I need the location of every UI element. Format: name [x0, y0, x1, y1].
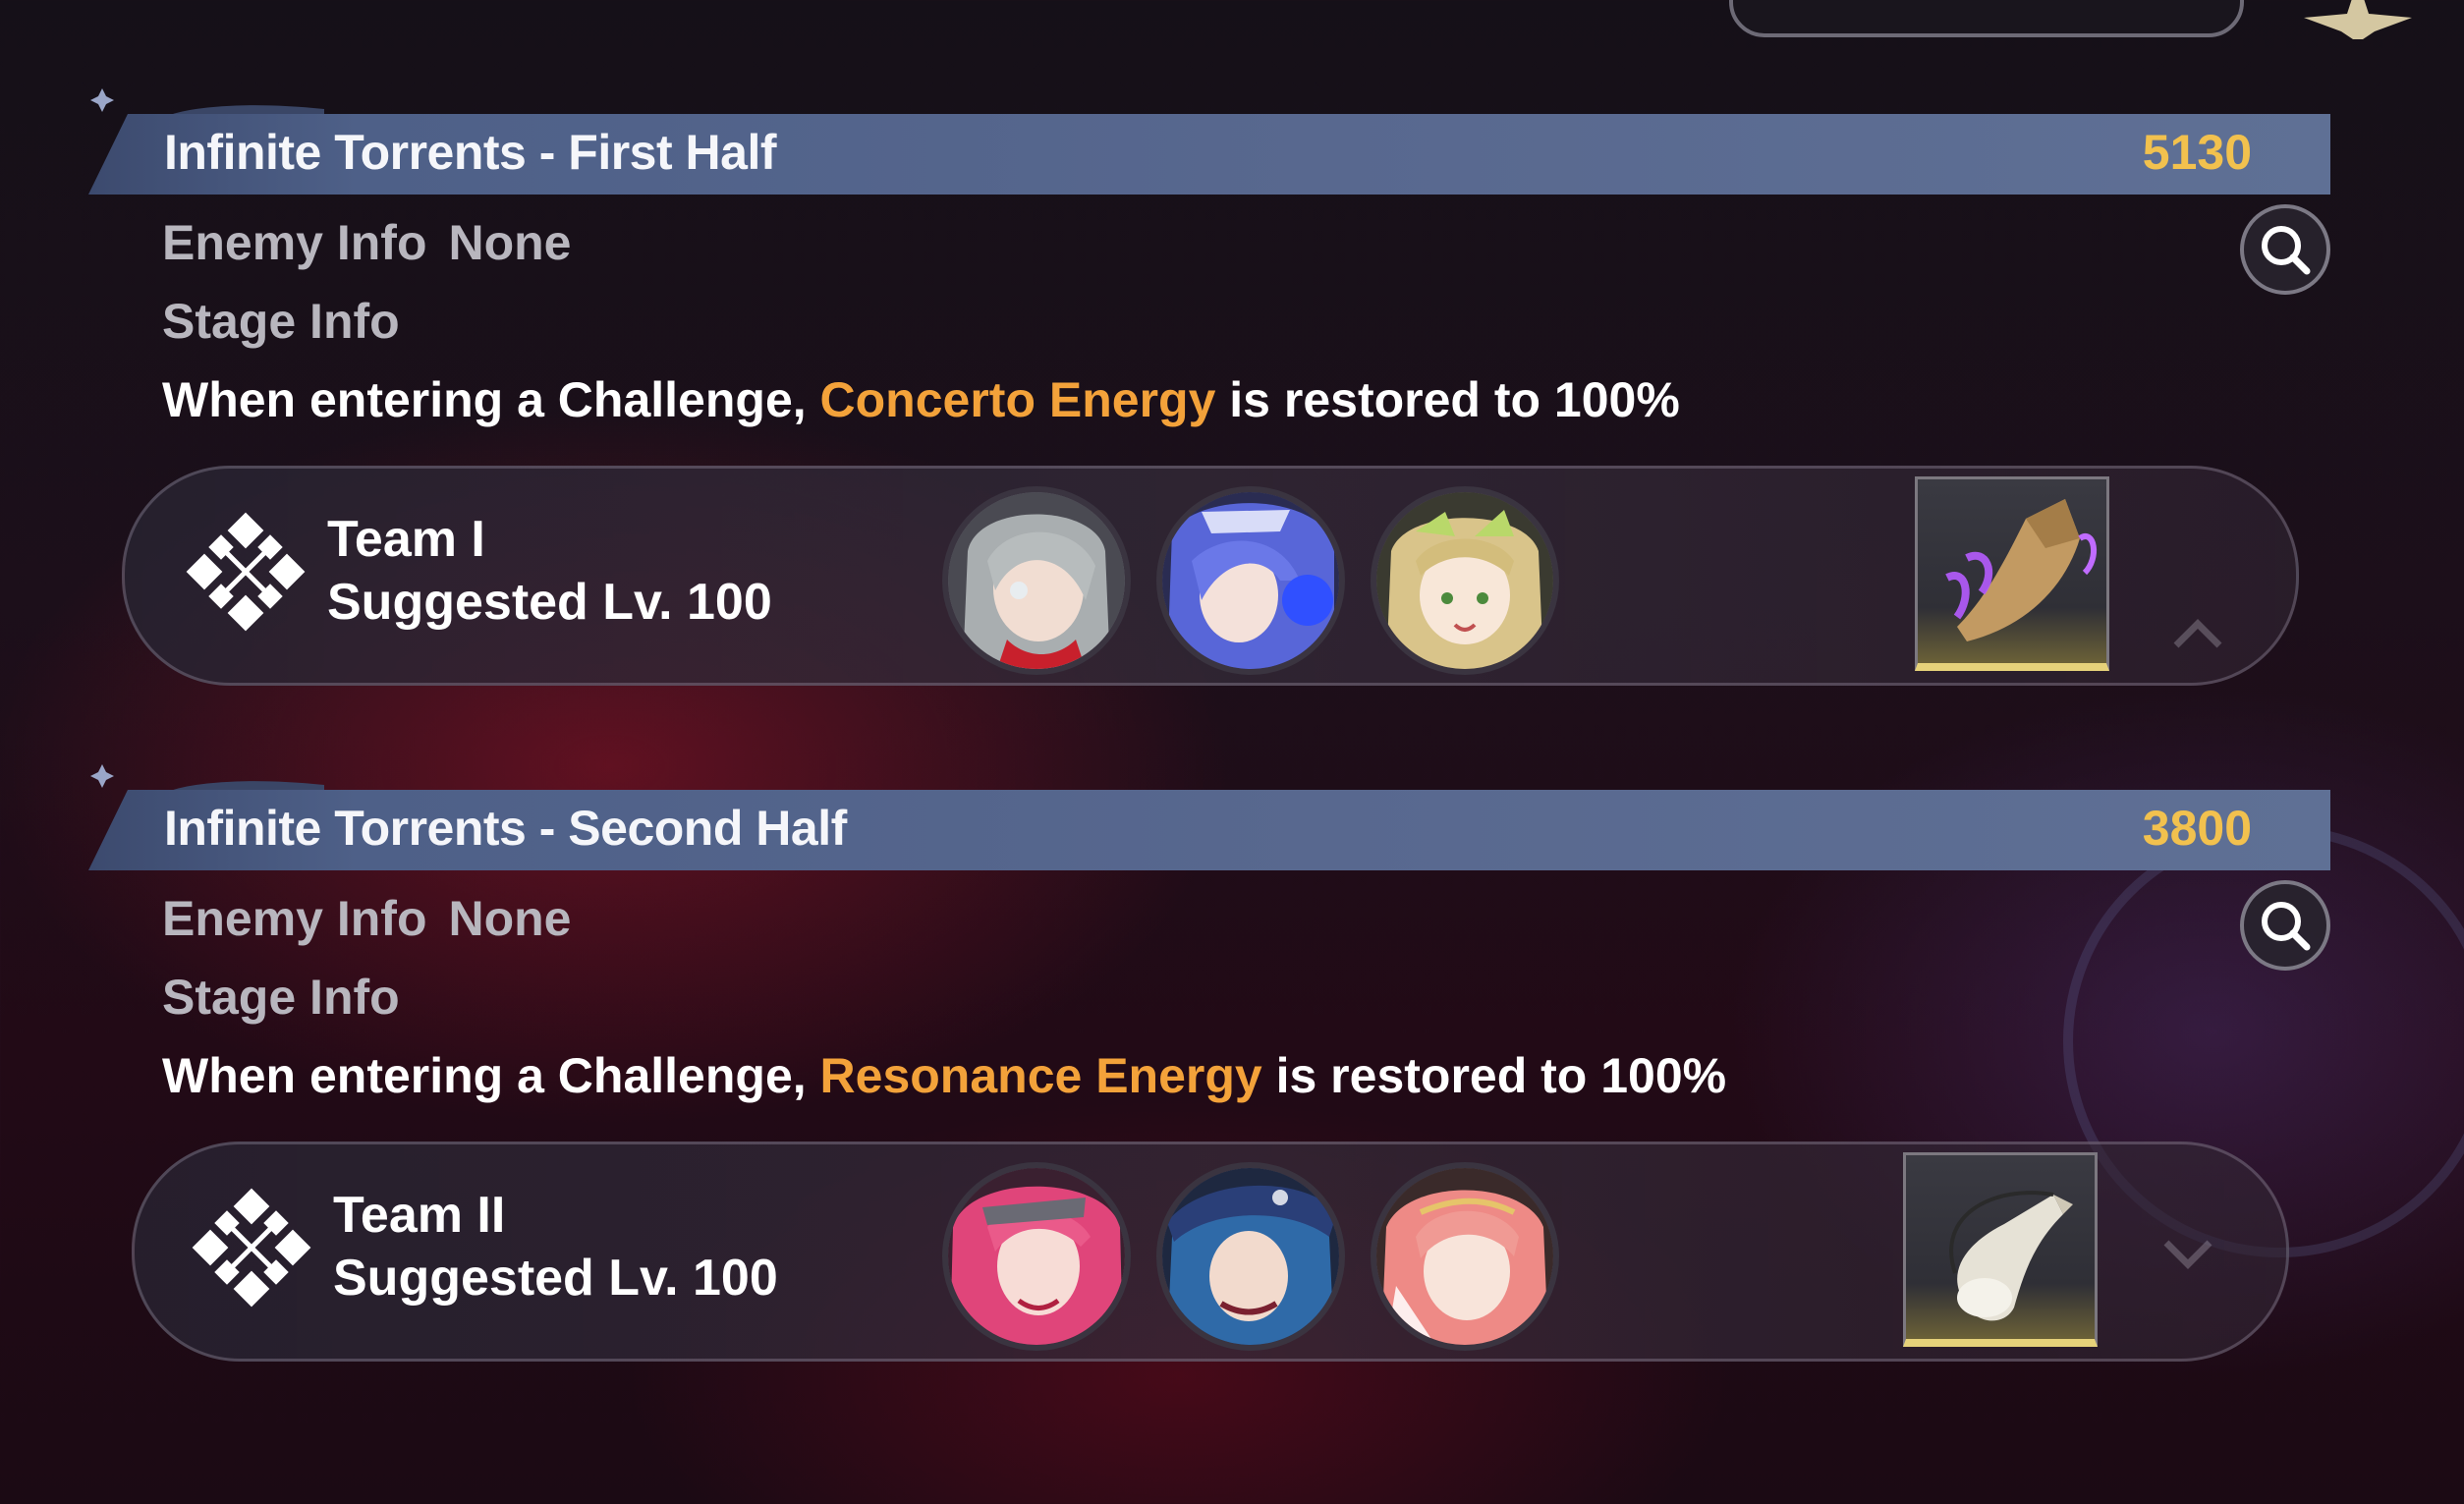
team-name: Team II: [333, 1187, 506, 1244]
coral-haired-character-avatar[interactable]: [1371, 1162, 1559, 1351]
description-suffix: is restored to 100%: [1215, 372, 1680, 427]
enemy-info-row: Enemy Info None: [162, 890, 571, 947]
top-tab-pill[interactable]: [1729, 0, 2244, 37]
team-emblem-icon: [186, 512, 306, 632]
stage-title: Infinite Torrents - Second Half: [164, 801, 847, 856]
team-card[interactable]: Team I Suggested Lv. 100: [122, 466, 2299, 686]
team-emblem-icon: [192, 1188, 311, 1308]
glowing-boot-item-icon: [1945, 499, 2098, 641]
stage-section-first-half: Infinite Torrents - First Half 5130 Enem…: [88, 88, 2330, 694]
chevron-up-icon[interactable]: [2168, 614, 2227, 653]
enemy-info-row: Enemy Info None: [162, 214, 571, 271]
stage-description: When entering a Challenge, Concerto Ener…: [162, 371, 1680, 428]
enemy-info-value: None: [448, 891, 572, 946]
stage-description: When entering a Challenge, Resonance Ene…: [162, 1047, 1726, 1104]
description-prefix: When entering a Challenge,: [162, 1048, 820, 1103]
team-suggested-level: Suggested Lv. 100: [333, 1250, 778, 1307]
blue-haired-character-avatar[interactable]: [1156, 486, 1345, 675]
stage-score: 5130: [2142, 125, 2252, 180]
magnifier-icon: [2262, 226, 2311, 275]
blonde-character-avatar[interactable]: [1371, 486, 1559, 675]
team-card[interactable]: Team II Suggested Lv. 100: [132, 1142, 2289, 1362]
gray-haired-character-avatar[interactable]: [942, 486, 1131, 675]
description-prefix: When entering a Challenge,: [162, 372, 820, 427]
blue-hat-character-avatar[interactable]: [1156, 1162, 1345, 1351]
description-suffix: is restored to 100%: [1261, 1048, 1727, 1103]
stage-score: 3800: [2142, 801, 2252, 856]
reward-item-slot[interactable]: [1915, 476, 2109, 671]
pink-haired-character-avatar[interactable]: [942, 1162, 1131, 1351]
magnifier-icon: [2262, 902, 2311, 951]
chevron-down-icon[interactable]: [2158, 1235, 2217, 1274]
reward-item-slot[interactable]: [1903, 1152, 2098, 1347]
stage-info-label: Stage Info: [162, 294, 400, 349]
team-name: Team I: [327, 511, 485, 568]
enemy-search-button[interactable]: [2240, 204, 2330, 295]
team-suggested-level: Suggested Lv. 100: [327, 574, 772, 631]
enemy-info-label: Enemy Info: [162, 215, 427, 270]
enemy-info-value: None: [448, 215, 572, 270]
enemy-search-button[interactable]: [2240, 880, 2330, 971]
description-highlight: Resonance Energy: [819, 1048, 1262, 1103]
star-icon: [2304, 0, 2412, 39]
stage-info-label: Stage Info: [162, 970, 400, 1025]
description-highlight: Concerto Energy: [819, 372, 1216, 427]
stage-section-second-half: Infinite Torrents - Second Half 3800 Ene…: [88, 764, 2330, 1369]
horn-item-icon: [1949, 1191, 2073, 1321]
stage-title: Infinite Torrents - First Half: [164, 125, 777, 180]
enemy-info-label: Enemy Info: [162, 891, 427, 946]
